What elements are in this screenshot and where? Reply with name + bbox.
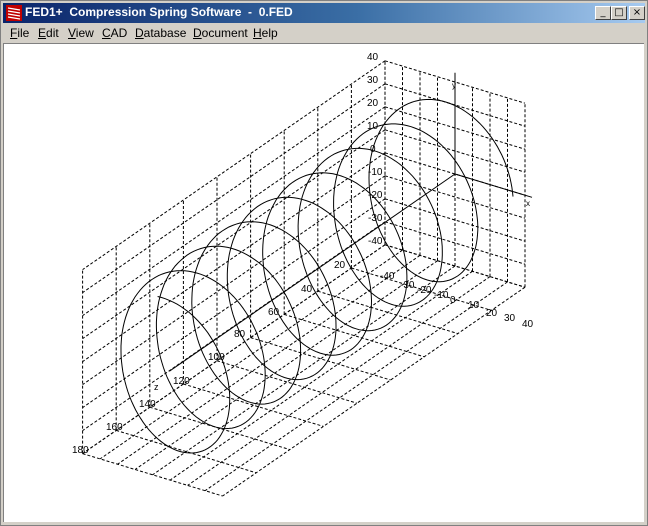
- spring-app-icon: [6, 5, 22, 21]
- x-tick-label: 0: [450, 295, 456, 306]
- y-tick-label: -20: [368, 190, 383, 201]
- grid-line: [183, 383, 324, 427]
- menu-help[interactable]: Help: [253, 25, 278, 41]
- z-tick-label: 60: [268, 307, 280, 318]
- menu-database[interactable]: Database: [135, 25, 186, 41]
- menu-document[interactable]: Document: [193, 25, 248, 41]
- grid-line: [82, 198, 386, 409]
- x-axis-line: [454, 173, 533, 198]
- maximize-icon: □: [614, 7, 624, 18]
- grid-line: [152, 265, 456, 476]
- z-tick-label: 40: [301, 284, 313, 295]
- z-tick-label: 80: [234, 329, 246, 340]
- z-tick-label: 100: [208, 352, 225, 363]
- menu-cad[interactable]: CAD: [102, 25, 127, 41]
- x-tick-label: -40: [380, 271, 395, 282]
- grid-line: [134, 260, 438, 470]
- z-tick-label: 140: [139, 399, 156, 410]
- menu-edit[interactable]: Edit: [38, 25, 59, 41]
- y-tick-label: 30: [367, 75, 379, 86]
- x-tick-label: 40: [522, 319, 534, 330]
- minimize-button[interactable]: _: [595, 6, 611, 20]
- grid-line: [99, 249, 403, 460]
- minimize-icon: _: [600, 7, 606, 18]
- y-tick-label: -10: [368, 167, 383, 178]
- close-icon: ×: [632, 7, 642, 18]
- menu-bar: File Edit View CAD Database Document Hel…: [3, 24, 645, 42]
- spring-coil: [120, 98, 514, 454]
- window-title: FED1+ Compression Spring Software - 0.FE…: [25, 5, 293, 19]
- z-tick-label: 180: [72, 445, 89, 456]
- z-axis-label: z: [154, 382, 159, 392]
- x-tick-label: 20: [486, 308, 498, 319]
- y-tick-label: -40: [368, 236, 383, 247]
- grid-line: [222, 286, 526, 497]
- spring-helix: [120, 98, 514, 454]
- grid-line: [82, 129, 386, 340]
- x-axis-label: x: [526, 199, 530, 208]
- grid-line: [82, 106, 386, 317]
- y-tick-label: 0: [370, 144, 376, 155]
- maximize-button[interactable]: □: [611, 6, 627, 20]
- y-tick-label: 40: [367, 52, 379, 63]
- y-tick-label: 20: [367, 98, 379, 109]
- menu-view[interactable]: View: [68, 25, 94, 41]
- x-tick-label: 10: [468, 300, 480, 311]
- x-tick-label: -30: [400, 280, 415, 291]
- z-tick-label: 120: [173, 376, 190, 387]
- x-tick-label: -20: [417, 285, 432, 296]
- grid-line: [384, 175, 526, 219]
- x-tick-label: 30: [504, 313, 516, 324]
- x-tick-label: -10: [434, 290, 449, 301]
- z-tick-label: 160: [106, 422, 123, 433]
- y-tick-label: -30: [368, 213, 383, 224]
- close-button[interactable]: ×: [629, 6, 645, 20]
- axis-tick-labels: 40 30 20 10 0 -10 -20 -30 -40 20 40 60 8…: [72, 52, 534, 456]
- title-bar[interactable]: FED1+ Compression Spring Software - 0.FE…: [3, 3, 645, 23]
- app-window: FED1+ Compression Spring Software - 0.FE…: [0, 0, 648, 526]
- grid-line: [204, 281, 508, 492]
- y-axis-label: y: [452, 81, 456, 90]
- grid-line: [82, 244, 386, 455]
- cad-viewport[interactable]: 40 30 20 10 0 -10 -20 -30 -40 20 40 60 8…: [3, 43, 644, 522]
- spring-3d-plot: 40 30 20 10 0 -10 -20 -30 -40 20 40 60 8…: [72, 52, 534, 497]
- grid-line: [187, 276, 491, 486]
- y-tick-label: 10: [367, 121, 379, 132]
- menu-file[interactable]: File: [10, 25, 29, 41]
- z-tick-label: 20: [334, 260, 346, 271]
- grid-line: [82, 175, 386, 386]
